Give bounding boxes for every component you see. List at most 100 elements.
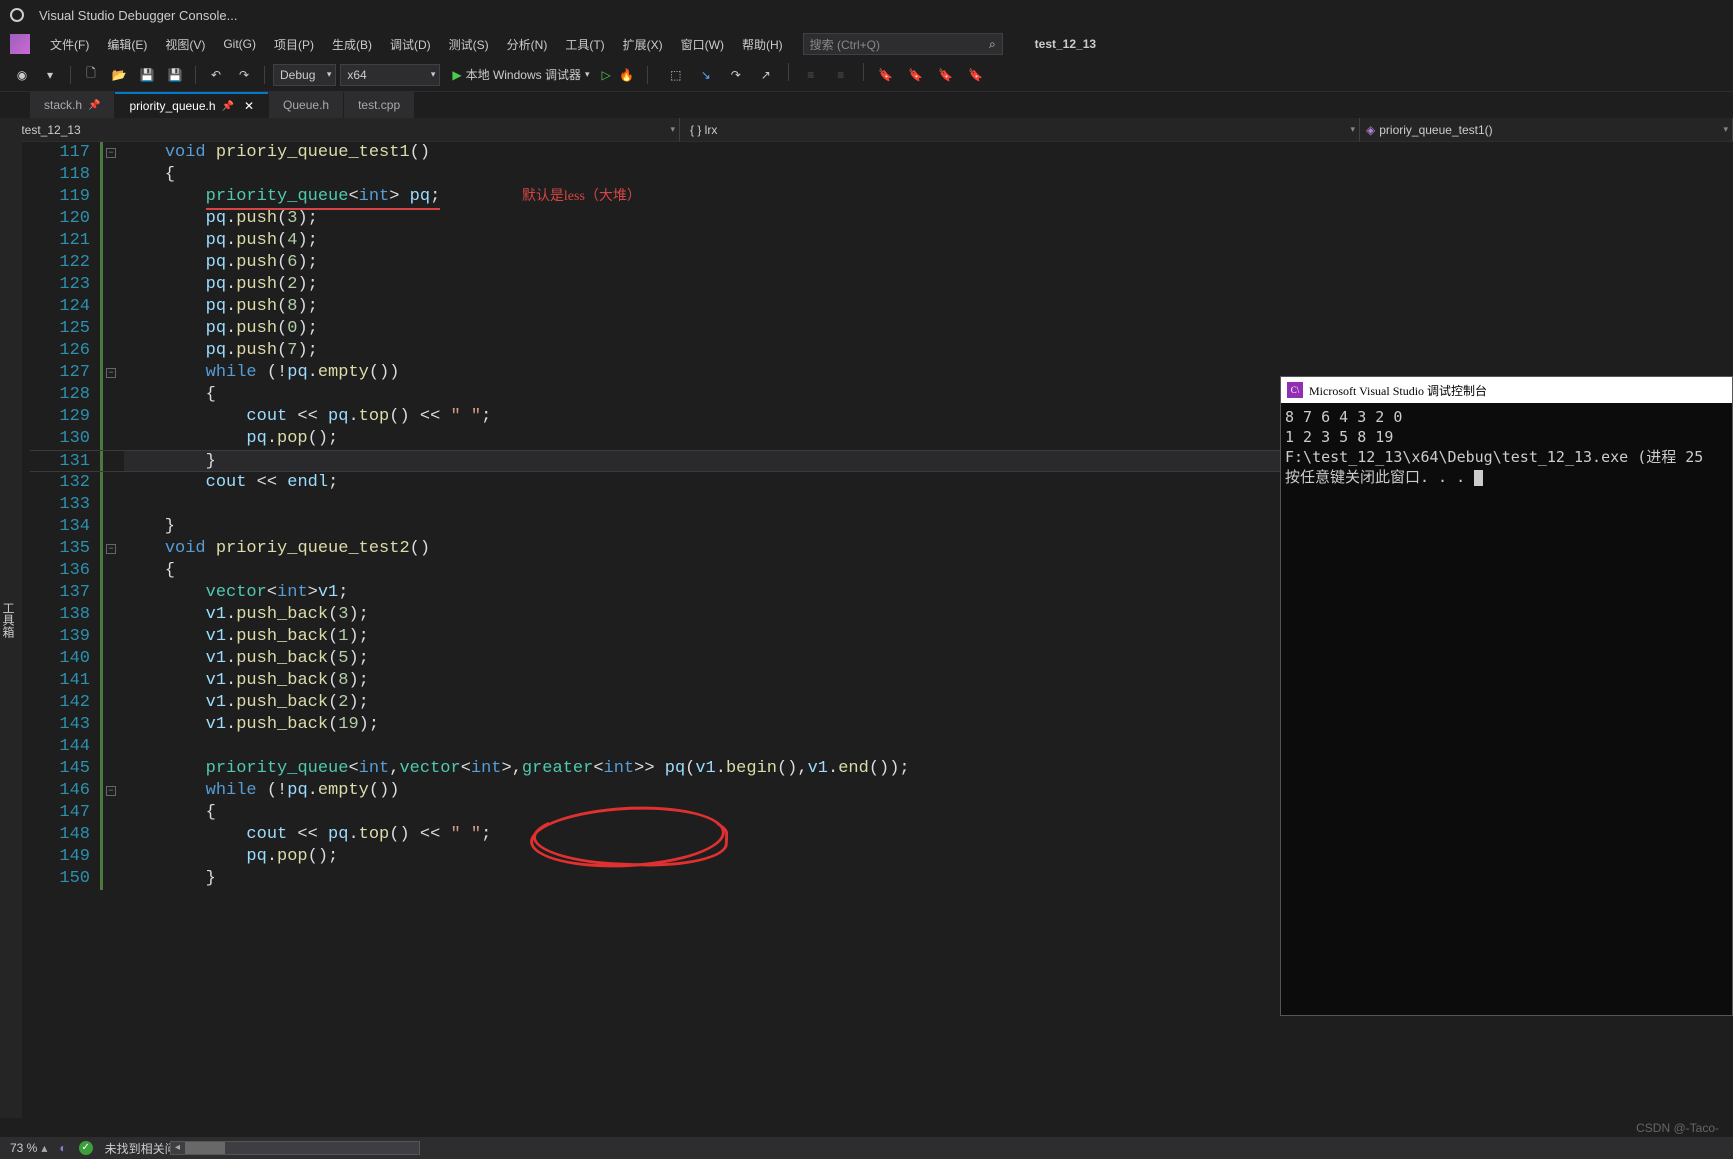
line-number: 140 [30, 648, 100, 670]
line-number: 120 [30, 208, 100, 230]
config-dropdown[interactable]: Debug [273, 64, 336, 86]
code-text[interactable]: pq.push(4); [124, 230, 1733, 252]
code-text[interactable]: pq.push(7); [124, 340, 1733, 362]
fold-icon[interactable]: − [106, 148, 116, 158]
menu-item[interactable]: 窗口(W) [673, 32, 732, 57]
play-icon: ▶ [452, 68, 461, 82]
console-title-text: Microsoft Visual Studio 调试控制台 [1309, 382, 1487, 399]
line-number: 145 [30, 758, 100, 780]
code-line[interactable]: 123 pq.push(2); [30, 274, 1733, 296]
run-label: 本地 Windows 调试器 [466, 66, 581, 83]
menu-item[interactable]: 编辑(E) [99, 32, 155, 57]
menu-item[interactable]: 文件(F) [42, 32, 97, 57]
cursor-icon [1474, 470, 1483, 486]
horizontal-scrollbar[interactable]: ◂ [170, 1141, 420, 1155]
nav-project[interactable]: ⬚ test_12_13 [0, 118, 680, 141]
code-line[interactable]: 125 pq.push(0); [30, 318, 1733, 340]
tab-label: Queue.h [283, 98, 329, 112]
menu-item[interactable]: 测试(S) [441, 32, 497, 57]
start-without-debug-button[interactable]: ▷ [602, 68, 611, 82]
tab-label: stack.h [44, 98, 82, 112]
code-line[interactable]: 120 pq.push(3); [30, 208, 1733, 230]
code-line[interactable]: 126 pq.push(7); [30, 340, 1733, 362]
fold-icon[interactable]: − [106, 368, 116, 378]
code-text[interactable]: pq.push(2); [124, 274, 1733, 296]
nav-namespace[interactable]: { } lrx [680, 118, 1360, 141]
comment-icon[interactable]: ≡ [799, 63, 823, 87]
platform-dropdown[interactable]: x64 [340, 64, 440, 86]
line-number: 127 [30, 362, 100, 384]
save-button[interactable]: 💾 [135, 63, 159, 87]
code-text[interactable]: void prioriy_queue_test1() [124, 142, 1733, 164]
watermark: CSDN @-Taco- [1636, 1121, 1719, 1135]
menu-item[interactable]: 扩展(X) [615, 32, 671, 57]
toolbox-sidebar[interactable]: 工具箱 [0, 118, 22, 1118]
app-icon [10, 8, 24, 22]
undo-button[interactable]: ↶ [204, 63, 228, 87]
code-text[interactable]: pq.push(3); [124, 208, 1733, 230]
navigation-bar: ⬚ test_12_13 { } lrx ◈ prioriy_queue_tes… [0, 118, 1733, 142]
step-out-icon[interactable]: ↗ [754, 63, 778, 87]
code-text[interactable]: pq.push(6); [124, 252, 1733, 274]
scrollbar-thumb[interactable] [185, 1142, 225, 1154]
menu-item[interactable]: Git(G) [215, 33, 264, 55]
tab[interactable]: stack.h 📌 [30, 92, 114, 118]
status-ok-icon: ✓ [79, 1141, 93, 1155]
code-line[interactable]: 121 pq.push(4); [30, 230, 1733, 252]
menu-item[interactable]: 工具(T) [557, 32, 612, 57]
tab[interactable]: test.cpp [344, 92, 414, 118]
menu-item[interactable]: 分析(N) [499, 32, 556, 57]
code-text[interactable]: priority_queue<int> pq; 默认是less（大堆） [124, 186, 1733, 208]
search-input[interactable]: 搜索 (Ctrl+Q) ⌕ [803, 33, 1003, 55]
line-number: 126 [30, 340, 100, 362]
redo-button[interactable]: ↷ [232, 63, 256, 87]
code-line[interactable]: 118 { [30, 164, 1733, 186]
step-over-icon[interactable]: ↷ [724, 63, 748, 87]
code-line[interactable]: 124 pq.push(8); [30, 296, 1733, 318]
line-number: 132 [30, 472, 100, 494]
tab[interactable]: Queue.h [269, 92, 343, 118]
line-number: 125 [30, 318, 100, 340]
pin-icon[interactable]: 📌 [88, 100, 100, 111]
line-number: 141 [30, 670, 100, 692]
new-file-button[interactable]: 🗋 [79, 63, 103, 87]
hot-reload-icon[interactable]: 🔥 [615, 63, 639, 87]
fold-icon[interactable]: − [106, 786, 116, 796]
bookmark2-icon[interactable]: 🔖 [904, 63, 928, 87]
step-into-icon[interactable]: ↘ [694, 63, 718, 87]
console-titlebar[interactable]: C\ Microsoft Visual Studio 调试控制台 [1281, 377, 1732, 403]
tab[interactable]: priority_queue.h📌✕ [115, 92, 268, 118]
uncomment-icon[interactable]: ≡ [829, 63, 853, 87]
zoom-arrow-icon[interactable]: ▴ [41, 1141, 47, 1155]
step-icon[interactable]: ⬚ [664, 63, 688, 87]
back-button[interactable]: ◉ [10, 63, 34, 87]
line-number: 150 [30, 868, 100, 890]
nav-function[interactable]: ◈ prioriy_queue_test1() [1360, 118, 1733, 141]
open-button[interactable]: 📂 [107, 63, 131, 87]
start-debug-button[interactable]: ▶ 本地 Windows 调试器 ▾ [444, 64, 597, 86]
bookmark4-icon[interactable]: 🔖 [964, 63, 988, 87]
bookmark3-icon[interactable]: 🔖 [934, 63, 958, 87]
line-number: 135 [30, 538, 100, 560]
code-line[interactable]: 122 pq.push(6); [30, 252, 1733, 274]
pin-icon[interactable]: 📌 [222, 101, 234, 112]
code-text[interactable]: pq.push(0); [124, 318, 1733, 340]
line-number: 131 [30, 451, 100, 471]
dropdown-icon[interactable]: ▾ [38, 63, 62, 87]
solution-name: test_12_13 [1035, 37, 1096, 51]
save-all-button[interactable]: 💾 [163, 63, 187, 87]
code-line[interactable]: 117− void prioriy_queue_test1() [30, 142, 1733, 164]
bookmark-icon[interactable]: 🔖 [874, 63, 898, 87]
fold-icon[interactable]: − [106, 544, 116, 554]
code-line[interactable]: 119 priority_queue<int> pq; 默认是less（大堆） [30, 186, 1733, 208]
menu-item[interactable]: 生成(B) [324, 32, 380, 57]
menu-item[interactable]: 调试(D) [382, 32, 439, 57]
menu-item[interactable]: 项目(P) [266, 32, 322, 57]
menu-item[interactable]: 视图(V) [157, 32, 213, 57]
code-text[interactable]: pq.push(8); [124, 296, 1733, 318]
menu-item[interactable]: 帮助(H) [734, 32, 791, 57]
close-icon[interactable]: ✕ [244, 99, 254, 113]
zoom-level[interactable]: 73 % [10, 1141, 37, 1155]
menubar: 文件(F)编辑(E)视图(V)Git(G)项目(P)生成(B)调试(D)测试(S… [0, 30, 1733, 58]
code-text[interactable]: { [124, 164, 1733, 186]
